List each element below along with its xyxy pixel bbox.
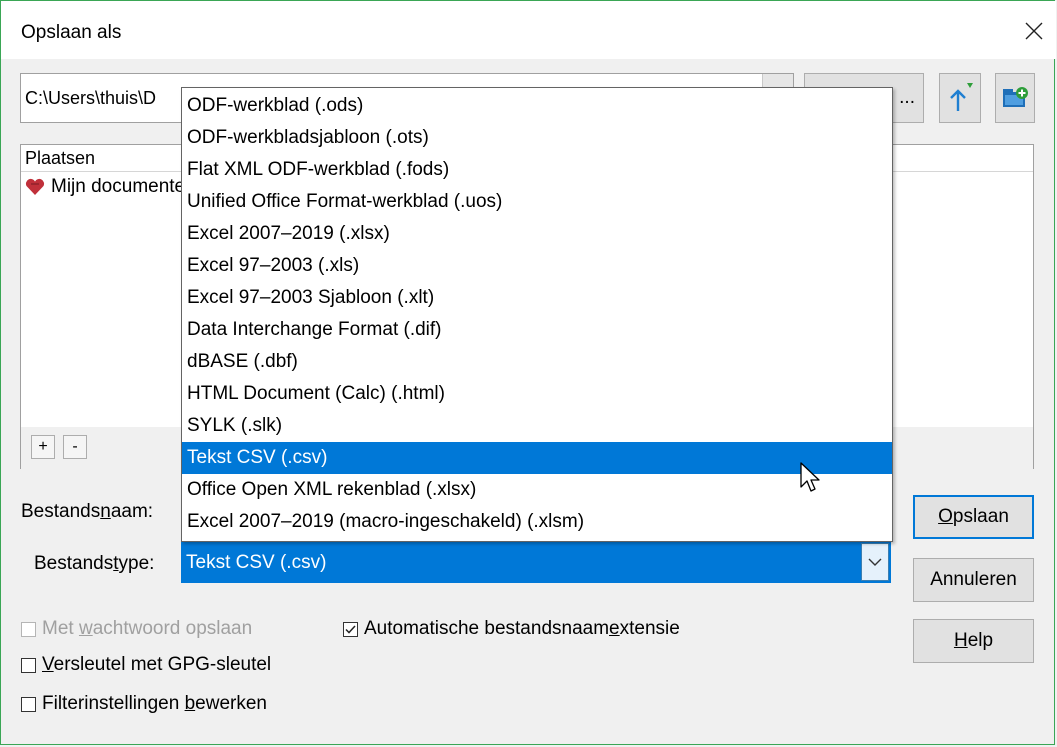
save-as-dialog: Opslaan als C:\Users\thuis\D ... Plaatse… <box>0 0 1056 745</box>
help-button[interactable]: Help <box>913 619 1034 663</box>
filter-settings-checkbox-box[interactable] <box>21 696 36 712</box>
auto-extension-checkbox-box[interactable] <box>343 621 358 637</box>
filter-settings-checkbox[interactable]: Filterinstellingen bewerken <box>21 693 267 715</box>
filetype-option[interactable]: Office Open XML rekenblad (.xlsx) <box>182 474 892 506</box>
checkmark-icon <box>345 624 356 634</box>
filetype-option[interactable]: Data Interchange Format (.dif) <box>182 314 892 346</box>
save-button[interactable]: Opslaan <box>913 495 1034 539</box>
filter-settings-label: Filterinstellingen bewerken <box>42 693 267 714</box>
browse-button-label: ... <box>899 87 915 108</box>
chevron-down-icon <box>868 558 882 566</box>
filetype-option[interactable]: Unified Office Format-werkblad (.uos) <box>182 186 892 218</box>
title-bar: Opslaan als <box>1 1 1056 59</box>
filetype-option[interactable]: HTML Document (Calc) (.html) <box>182 378 892 410</box>
add-place-label: + <box>38 438 48 455</box>
help-button-label: Help <box>953 630 994 651</box>
heart-folder-icon <box>25 178 45 195</box>
filetype-option[interactable]: dBASE (.dbf) <box>182 346 892 378</box>
filename-label: Bestandsnaam: <box>21 501 154 522</box>
new-folder-button[interactable] <box>995 73 1035 123</box>
save-button-label: Opslaan <box>938 506 1009 527</box>
mouse-pointer-icon <box>800 462 820 492</box>
filetype-select[interactable]: Tekst CSV (.csv) <box>181 541 891 583</box>
dialog-title: Opslaan als <box>21 22 122 43</box>
gpg-encrypt-checkbox-box[interactable] <box>21 657 36 673</box>
close-button[interactable] <box>1012 9 1056 53</box>
up-arrow-icon <box>950 83 973 111</box>
filetype-option[interactable]: Excel 97–2003 (.xls) <box>182 250 892 282</box>
password-checkbox-box[interactable] <box>21 621 36 637</box>
places-item-label: Mijn documenten <box>51 176 196 197</box>
filetype-option[interactable]: ODF-werkblad (.ods) <box>182 90 892 122</box>
password-checkbox-label: Met wachtwoord opslaan <box>42 618 253 639</box>
password-checkbox[interactable]: Met wachtwoord opslaan <box>21 618 252 640</box>
cancel-button[interactable]: Annuleren <box>913 558 1034 602</box>
path-value: C:\Users\thuis\D <box>25 88 157 108</box>
filetype-dropdown-list: ODF-werkblad (.ods) ODF-werkbladsjabloon … <box>181 87 893 542</box>
filetype-option[interactable]: Excel 2007–2019 (macro-ingeschakeld) (.x… <box>182 506 892 538</box>
places-item-my-documents[interactable]: Mijn documenten <box>25 175 196 199</box>
filetype-dropdown-button[interactable] <box>861 543 889 581</box>
auto-extension-label: Automatische bestandsnaamextensie <box>364 618 680 639</box>
filetype-option[interactable]: Excel 2007–2019 (.xlsx) <box>182 218 892 250</box>
filetype-option[interactable]: Flat XML ODF-werkblad (.fods) <box>182 154 892 186</box>
auto-extension-checkbox[interactable]: Automatische bestandsnaamextensie <box>343 618 680 640</box>
cancel-button-label: Annuleren <box>930 569 1017 590</box>
filetype-value: Tekst CSV (.csv) <box>186 552 327 573</box>
remove-place-button[interactable]: - <box>63 435 87 459</box>
filetype-option[interactable]: SYLK (.slk) <box>182 410 892 442</box>
filetype-option[interactable]: Tekst CSV (.csv) <box>182 442 892 474</box>
gpg-encrypt-checkbox[interactable]: Versleutel met GPG-sleutel <box>21 654 271 676</box>
filetype-option[interactable]: Excel 97–2003 Sjabloon (.xlt) <box>182 282 892 314</box>
gpg-encrypt-label: Versleutel met GPG-sleutel <box>42 654 272 675</box>
places-title: Plaatsen <box>25 148 96 168</box>
add-place-button[interactable]: + <box>31 435 55 459</box>
remove-place-label: - <box>72 438 78 455</box>
filetype-option[interactable]: ODF-werkbladsjabloon (.ots) <box>182 122 892 154</box>
close-icon <box>1025 22 1043 40</box>
filetype-label: Bestandstype: <box>34 553 155 574</box>
new-folder-icon <box>1003 87 1028 107</box>
up-folder-button[interactable] <box>939 73 981 123</box>
